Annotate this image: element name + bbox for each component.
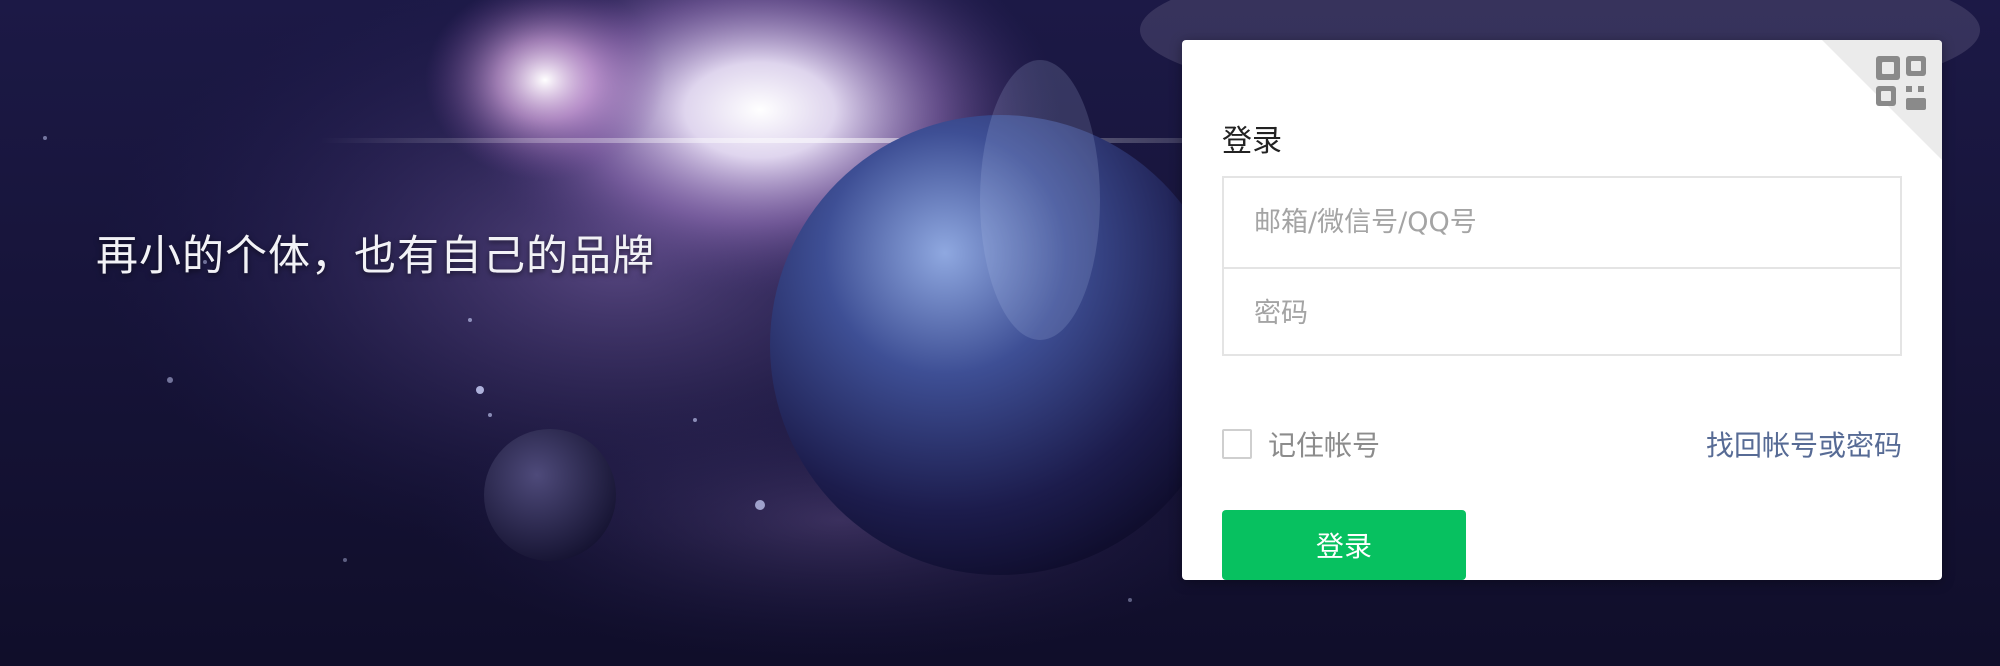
account-input[interactable] xyxy=(1224,178,1900,267)
remember-checkbox[interactable] xyxy=(1222,429,1252,459)
remember-label: 记住帐号 xyxy=(1268,429,1381,462)
remember-account[interactable]: 记住帐号 xyxy=(1222,424,1380,464)
login-input-group xyxy=(1222,176,1902,358)
login-title: 登录 xyxy=(1222,124,1282,159)
banner-slogan: 再小的个体，也有自己的品牌 xyxy=(96,231,656,280)
login-button[interactable]: 登录 xyxy=(1222,510,1466,580)
login-panel: 登录 记住帐号 找回帐号或密码 登录 xyxy=(1182,40,1942,580)
qr-code-icon[interactable] xyxy=(1822,40,1942,160)
password-input[interactable] xyxy=(1224,269,1900,358)
forgot-password-link[interactable]: 找回帐号或密码 xyxy=(1706,424,1902,464)
